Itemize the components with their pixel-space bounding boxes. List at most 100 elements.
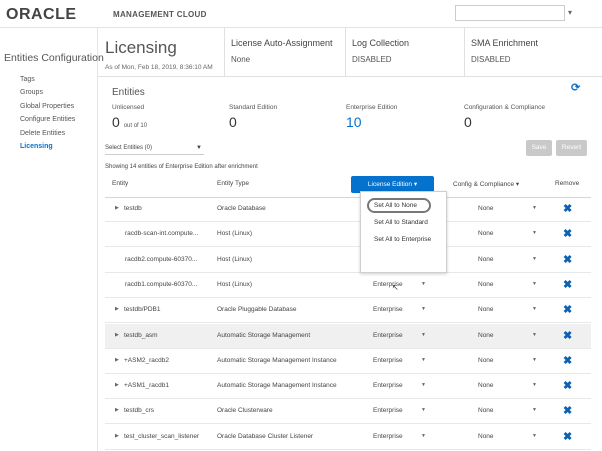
sidebar-item-global-properties[interactable]: Global Properties xyxy=(20,100,75,113)
entity-type: Automatic Storage Management Instance xyxy=(217,382,337,390)
entity-type: Host (Linux) xyxy=(217,255,253,263)
remove-icon[interactable]: ✖ xyxy=(563,227,572,240)
sidebar-item-configure-entities[interactable]: Configure Entities xyxy=(20,113,75,126)
chevron-down-icon[interactable]: ▼ xyxy=(421,306,426,312)
sidebar-item-licensing[interactable]: Licensing xyxy=(20,140,75,153)
license-select[interactable]: Enterprise xyxy=(373,407,403,414)
license-select[interactable]: Enterprise xyxy=(373,382,403,389)
config-select[interactable]: None xyxy=(478,256,494,263)
remove-icon[interactable]: ✖ xyxy=(563,430,572,443)
entity-name: +ASM1_racdb1 xyxy=(124,382,169,390)
stat-config-compliance: Configuration & Compliance 0 xyxy=(464,104,545,130)
expand-arrow-icon[interactable]: ▶ xyxy=(115,433,119,439)
remove-icon[interactable]: ✖ xyxy=(563,303,572,316)
expand-arrow-icon[interactable]: ▶ xyxy=(115,306,119,312)
highlight-ring xyxy=(367,198,431,213)
config-select[interactable]: None xyxy=(478,230,494,237)
table-row[interactable]: ▶ testdb/PDB1 Oracle Pluggable Database Ent… xyxy=(105,298,591,324)
table-row[interactable]: racdb-scan-int.compute... Host (Linux) Non… xyxy=(105,222,591,248)
chevron-down-icon[interactable]: ▼ xyxy=(532,230,537,236)
entity-type: Host (Linux) xyxy=(217,280,253,288)
stat-value[interactable]: 10 xyxy=(346,114,397,130)
expand-arrow-icon[interactable]: ▶ xyxy=(115,382,119,388)
stat-value: 0 out of 10 xyxy=(112,114,147,130)
config-select[interactable]: None xyxy=(478,407,494,414)
remove-icon[interactable]: ✖ xyxy=(563,202,572,215)
remove-icon[interactable]: ✖ xyxy=(563,404,572,417)
chevron-down-icon[interactable]: ▼ xyxy=(421,281,426,287)
stat-value: 0 xyxy=(464,114,472,130)
chevron-down-icon[interactable]: ▾ xyxy=(568,8,572,17)
top-bar: ORACLE MANAGEMENT CLOUD ▾ xyxy=(0,0,602,28)
col-entity: Entity xyxy=(112,180,129,187)
remove-icon[interactable]: ✖ xyxy=(563,329,572,342)
chevron-down-icon[interactable]: ▼ xyxy=(421,332,426,338)
table-row[interactable]: ▶ +ASM2_racdb2 Automatic Storage Managemen… xyxy=(105,349,591,374)
table-row[interactable]: ▶ testdb_asm Automatic Storage Management E… xyxy=(105,323,591,349)
table-row[interactable]: ▶ testdb Oracle Database None ▼ ✖ xyxy=(105,197,591,222)
chevron-down-icon[interactable]: ▼ xyxy=(532,306,537,312)
chevron-down-icon[interactable]: ▼ xyxy=(532,256,537,262)
chevron-down-icon[interactable]: ▼ xyxy=(532,433,537,439)
select-entities-dropdown[interactable]: Select Entities (0) ▼ xyxy=(105,141,204,155)
revert-button[interactable]: Revert xyxy=(556,140,587,156)
save-button[interactable]: Save xyxy=(526,140,552,156)
menu-item-set-standard[interactable]: Set All to Standard xyxy=(361,214,448,231)
stat-value: 0 xyxy=(229,114,237,130)
sidebar-item-tags[interactable]: Tags xyxy=(20,73,75,86)
config-select[interactable]: None xyxy=(478,281,494,288)
config-select[interactable]: None xyxy=(478,205,494,212)
menu-item-set-enterprise[interactable]: Set All to Enterprise xyxy=(361,231,448,248)
remove-icon[interactable]: ✖ xyxy=(563,278,572,291)
sidebar-item-groups[interactable]: Groups xyxy=(20,86,75,99)
license-select[interactable]: Enterprise xyxy=(373,357,403,364)
chevron-down-icon[interactable]: ▼ xyxy=(421,382,426,388)
chevron-down-icon[interactable]: ▼ xyxy=(421,357,426,363)
config-select[interactable]: None xyxy=(478,357,494,364)
chevron-down-icon[interactable]: ▼ xyxy=(532,357,537,363)
entity-name: test_cluster_scan_listener xyxy=(124,432,200,440)
expand-arrow-icon[interactable]: ▶ xyxy=(115,332,119,338)
chevron-down-icon[interactable]: ▼ xyxy=(532,382,537,388)
config-select[interactable]: None xyxy=(478,433,494,440)
refresh-icon[interactable]: ⟳ xyxy=(571,81,580,94)
table-row[interactable]: racdb2.compute-60370...Host (Linux)Enter… xyxy=(105,248,591,273)
stat-label: Unlicensed xyxy=(112,104,145,111)
expand-arrow-icon[interactable]: ▶ xyxy=(115,407,119,413)
entity-name: testdb xyxy=(124,205,142,212)
table-row[interactable]: ▶ testdb_crs Oracle Clusterware Enterprise ▼… xyxy=(105,399,591,425)
table-row[interactable]: ▶ test_cluster_scan_listener Oracle Databa… xyxy=(105,425,591,450)
license-edition-menu: Set All to None Set All to Standard Set … xyxy=(360,191,447,273)
global-search-input[interactable] xyxy=(455,5,565,21)
table-row[interactable]: racdb1.compute-60370... Host (Linux) Enter… xyxy=(105,273,591,298)
chevron-down-icon[interactable]: ▼ xyxy=(421,433,426,439)
entity-name: racdb1.compute-60370... xyxy=(125,280,198,288)
sidebar-item-delete-entities[interactable]: Delete Entities xyxy=(20,127,75,140)
config-select[interactable]: None xyxy=(478,306,494,313)
chevron-down-icon[interactable]: ▼ xyxy=(532,407,537,413)
config-select[interactable]: None xyxy=(478,382,494,389)
license-select[interactable]: Enterprise xyxy=(373,332,403,339)
license-select[interactable]: Enterprise xyxy=(373,306,403,313)
stat-suffix: out of 10 xyxy=(123,123,148,129)
table-row[interactable]: ▶ +ASM1_racdb1 Automatic Storage Managemen… xyxy=(105,374,591,400)
chevron-down-icon: ▼ xyxy=(196,145,202,151)
chevron-down-icon: ▾ xyxy=(413,181,418,188)
chevron-down-icon[interactable]: ▼ xyxy=(421,407,426,413)
entity-type: Oracle Database xyxy=(217,205,266,212)
config-select[interactable]: None xyxy=(478,332,494,339)
stat-number: 0 xyxy=(112,114,120,130)
mouse-cursor-icon: ↖ xyxy=(392,283,399,292)
remove-icon[interactable]: ✖ xyxy=(563,253,572,266)
chevron-down-icon[interactable]: ▼ xyxy=(532,332,537,338)
expand-arrow-icon[interactable]: ▶ xyxy=(115,205,119,211)
remove-icon[interactable]: ✖ xyxy=(563,354,572,367)
license-select[interactable]: Enterprise xyxy=(373,433,403,440)
stat-label: Enterprise Edition xyxy=(346,104,398,111)
expand-arrow-icon[interactable]: ▶ xyxy=(115,357,119,363)
auto-assignment-value: None xyxy=(231,55,251,64)
chevron-down-icon[interactable]: ▼ xyxy=(532,205,537,211)
chevron-down-icon[interactable]: ▼ xyxy=(532,281,537,287)
remove-icon[interactable]: ✖ xyxy=(563,379,572,392)
col-config-compliance[interactable]: Config & Compliance ▾ xyxy=(453,180,519,188)
